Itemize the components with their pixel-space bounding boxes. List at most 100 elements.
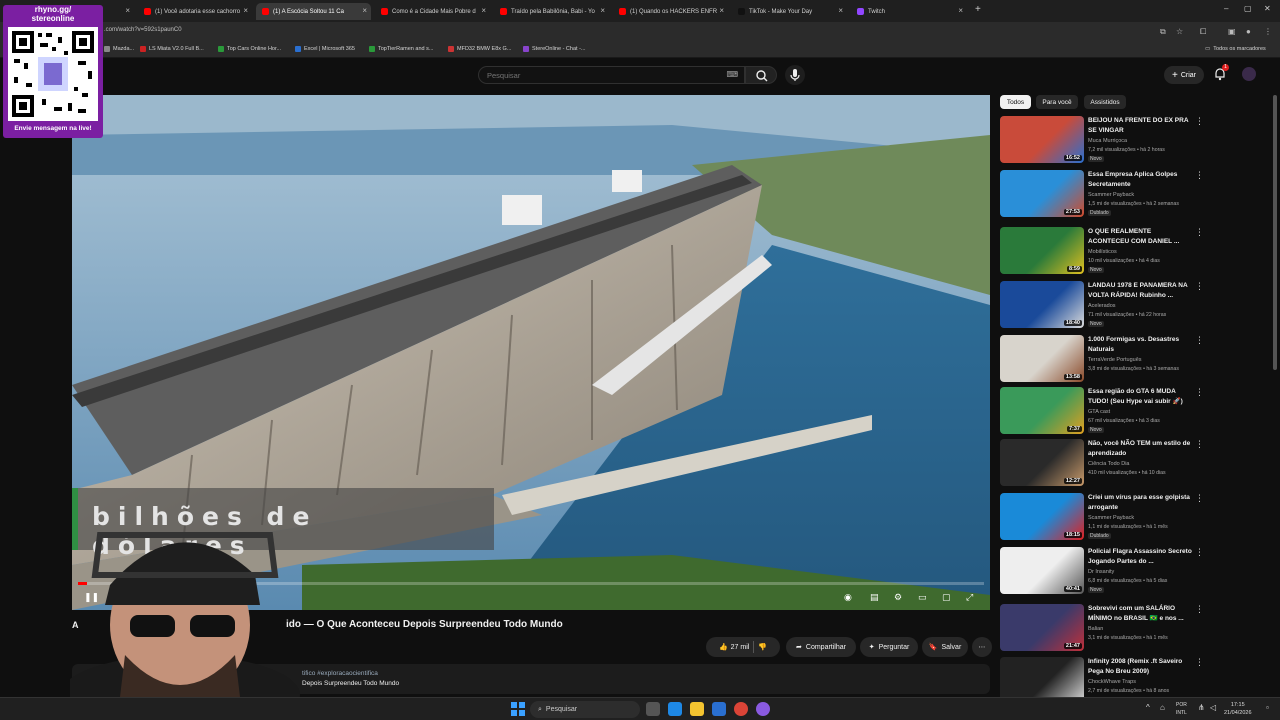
recommendation-item[interactable]: 18:15 Criei um vírus para esse golpista a… [1000, 493, 1204, 545]
more-vertical-icon[interactable]: ⋮ [1195, 116, 1204, 127]
browser-tab[interactable]: TikTok - Make Your Day × [732, 3, 847, 20]
miniplayer-icon[interactable]: ▭ [918, 592, 927, 603]
taskbar-search[interactable]: ⌕ Pesquisar [530, 701, 640, 718]
channel-name[interactable]: Dr Insanity [1088, 569, 1114, 575]
more-vertical-icon[interactable]: ⋮ [1195, 439, 1204, 450]
app-icon[interactable] [756, 702, 770, 716]
bookmark-item[interactable]: StereOnline - Chat -... [523, 46, 586, 52]
bookmark-item[interactable]: Mazda... [104, 46, 134, 52]
cast-icon[interactable]: ▣ [1228, 27, 1236, 36]
channel-name[interactable]: Muca Murriçoca [1088, 138, 1127, 144]
like-button[interactable]: 👍 27 mil [719, 643, 749, 652]
recommendation-title[interactable]: 1.000 Formigas vs. Desastres Naturais [1088, 335, 1192, 355]
more-vertical-icon[interactable]: ⋮ [1195, 604, 1204, 615]
all-bookmarks[interactable]: ▭ Todos os marcadores [1205, 46, 1266, 52]
recommendation-title[interactable]: Não, você NÃO TEM um estilo de aprendiza… [1088, 439, 1192, 459]
language-indicator[interactable]: POR INTL [1176, 701, 1187, 717]
video-thumbnail[interactable]: 13:58 [1000, 335, 1084, 382]
dislike-button[interactable]: 👎 [758, 643, 767, 651]
recommendation-item[interactable]: 12:27 Não, você NÃO TEM um estilo de apre… [1000, 439, 1204, 491]
chrome-icon[interactable] [734, 702, 748, 716]
store-icon[interactable] [712, 702, 726, 716]
wifi-icon[interactable]: ⋔ [1198, 703, 1205, 712]
task-view-icon[interactable] [646, 702, 660, 716]
subtitles-icon[interactable]: ▤ [870, 592, 879, 603]
cast-icon[interactable]: ▢ [942, 592, 951, 603]
search-box[interactable]: ⌨ [478, 66, 745, 84]
channel-name[interactable]: ChockWhave Traps [1088, 679, 1136, 685]
channel-name[interactable]: TerraVerde Português [1088, 357, 1142, 363]
windows-start-icon[interactable] [511, 702, 525, 716]
channel-name[interactable]: GTA cast [1088, 409, 1110, 415]
channel-name[interactable]: Acelerados [1088, 303, 1116, 309]
recommendation-title[interactable]: Sobrevivi com um SALÁRIO MÍNIMO no BRASI… [1088, 604, 1192, 624]
tab-close-icon[interactable]: × [243, 6, 248, 15]
tab-close-icon[interactable]: × [838, 6, 843, 15]
more-vertical-icon[interactable]: ⋮ [1195, 657, 1204, 668]
install-icon[interactable]: ⧉ [1160, 27, 1166, 37]
voice-search-button[interactable] [785, 65, 805, 85]
tab-close-icon[interactable]: × [481, 6, 486, 15]
recommendation-item[interactable]: 21:47 Sobrevivi com um SALÁRIO MÍNIMO no … [1000, 604, 1204, 656]
video-thumbnail[interactable]: 40:41 [1000, 547, 1084, 594]
search-button[interactable] [745, 66, 777, 84]
maximize-icon[interactable]: ▢ [1244, 4, 1252, 13]
bookmark-item[interactable]: MFD32 BMW E8x G... [448, 46, 511, 52]
more-vertical-icon[interactable]: ⋮ [1195, 387, 1204, 398]
video-thumbnail[interactable]: 27:53 [1000, 170, 1084, 217]
channel-name[interactable]: Ciência Todo Dia [1088, 461, 1129, 467]
browser-tab[interactable]: (1) Você adotaria esse cachorro × [138, 3, 252, 20]
clock[interactable]: 17:15 21/04/2026 [1224, 701, 1252, 717]
recommendation-item[interactable]: 18:40 LANDAU 1978 E PANAMERA NA VOLTA RÁP… [1000, 281, 1204, 333]
recommendation-title[interactable]: BEIJOU NA FRENTE DO EX PRA SE VINGAR [1088, 116, 1192, 136]
autoplay-toggle-icon[interactable]: ◉ [844, 592, 852, 603]
video-thumbnail[interactable]: 8:59 [1000, 227, 1084, 274]
url-text[interactable]: .com/watch?v=592s1paunC0 [104, 27, 182, 33]
volume-icon[interactable]: ◁ [1210, 703, 1216, 712]
recommendation-title[interactable]: Infinity 2008 (Remix .ft Saveiro Pega No… [1088, 657, 1192, 677]
more-vertical-icon[interactable]: ⋮ [1195, 281, 1204, 292]
recommendation-title[interactable]: Criei um vírus para esse golpista arroga… [1088, 493, 1192, 513]
channel-name[interactable]: Scammer Payback [1088, 515, 1134, 521]
browser-tab[interactable]: (1) A Escócia Soltou 11 Ca × [256, 3, 371, 20]
bookmark-item[interactable]: LS Miata V2.0 Full B... [140, 46, 204, 52]
more-vertical-icon[interactable]: ⋮ [1195, 227, 1204, 238]
browser-tab[interactable]: (1) Quando os HACKERS ENFR × [613, 3, 728, 20]
video-thumbnail[interactable]: 16:52 [1000, 116, 1084, 163]
close-window-icon[interactable]: ✕ [1264, 4, 1271, 13]
filter-chip[interactable]: Para você [1036, 95, 1078, 109]
filter-chip[interactable]: Todos [1000, 95, 1031, 109]
notifications-icon[interactable]: ▫ [1266, 703, 1269, 712]
video-thumbnail[interactable]: 18:40 [1000, 281, 1084, 328]
minimize-icon[interactable]: – [1224, 4, 1228, 13]
more-vertical-icon[interactable]: ⋮ [1195, 170, 1204, 181]
menu-icon[interactable]: ⋮ [1264, 27, 1272, 36]
browser-tab[interactable]: Twitch × [851, 3, 967, 20]
recommendation-item[interactable]: 16:52 BEIJOU NA FRENTE DO EX PRA SE VINGA… [1000, 116, 1204, 168]
description-tags[interactable]: tifico #exploracaocientifica [302, 670, 378, 677]
chevron-up-icon[interactable]: ^ [1146, 703, 1150, 712]
recommendation-title[interactable]: LANDAU 1978 E PANAMERA NA VOLTA RÁPIDA! … [1088, 281, 1192, 301]
more-vertical-icon[interactable]: ⋮ [1195, 547, 1204, 558]
video-thumbnail[interactable]: 7:37 [1000, 387, 1084, 434]
recommendation-item[interactable]: 8:59 O QUE REALMENTE ACONTECEU COM DANIEL… [1000, 227, 1204, 279]
video-thumbnail[interactable]: 21:47 [1000, 604, 1084, 651]
recommendation-title[interactable]: Policial Flagra Assassino Secreto Jogand… [1088, 547, 1192, 567]
video-thumbnail[interactable]: 18:15 [1000, 493, 1084, 540]
tab-close-icon[interactable]: × [600, 6, 605, 15]
bookmark-item[interactable]: Top Cars Online Hor... [218, 46, 281, 52]
network-icon[interactable]: ⌂ [1160, 703, 1165, 712]
ask-button[interactable]: ✦ Perguntar [860, 637, 918, 657]
browser-tab[interactable]: Como é a Cidade Mais Pobre d × [375, 3, 490, 20]
recommendation-title[interactable]: Essa região do GTA 6 MUDA TUDO! (Seu Hyp… [1088, 387, 1192, 407]
edge-icon[interactable] [668, 702, 682, 716]
new-tab-icon[interactable]: + [975, 4, 981, 15]
tab-close-icon[interactable]: × [958, 6, 963, 15]
channel-name[interactable]: Scammer Payback [1088, 192, 1134, 198]
profile-icon[interactable]: ● [1246, 27, 1251, 36]
search-input[interactable] [487, 71, 717, 80]
extensions-icon[interactable]: ⧠ [1200, 27, 1206, 37]
more-vertical-icon[interactable]: ⋮ [1195, 335, 1204, 346]
file-explorer-icon[interactable] [690, 702, 704, 716]
save-button[interactable]: 🔖 Salvar [922, 637, 968, 657]
